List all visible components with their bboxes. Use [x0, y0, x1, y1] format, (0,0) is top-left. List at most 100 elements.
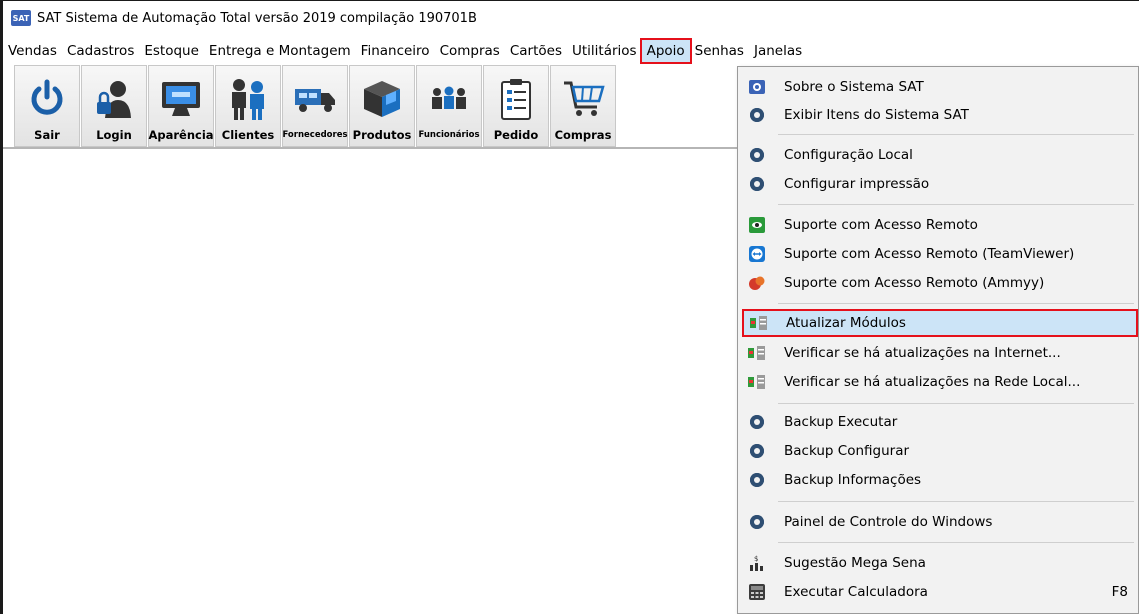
gear-icon	[748, 471, 766, 489]
tool-label: Fornecedores	[282, 130, 348, 140]
tool-aparencia[interactable]: Aparência	[148, 65, 214, 147]
menu-item-label: Sobre o Sistema SAT	[784, 79, 924, 95]
menu-item-backup-configurar[interactable]: Backup Configurar	[740, 437, 1138, 465]
menu-item-label: Sugestão Mega Sena	[784, 555, 926, 571]
menu-item-painel-controle[interactable]: Painel de Controle do Windows	[740, 508, 1138, 536]
power-icon	[24, 76, 70, 122]
boxes-icon	[359, 76, 405, 122]
menu-item-sobre[interactable]: Sobre o Sistema SAT	[740, 73, 1138, 101]
menu-item-label: Suporte com Acesso Remoto (Ammyy)	[784, 275, 1045, 291]
menu-separator	[778, 501, 1134, 502]
menu-separator	[778, 204, 1134, 205]
svg-text:$: $	[754, 555, 758, 563]
menu-item-label: Backup Informações	[784, 472, 922, 488]
menu-item-verificar-internet[interactable]: Verificar se há atualizações na Internet…	[740, 339, 1138, 367]
menu-item-backup-informacoes[interactable]: Backup Informações	[740, 466, 1138, 494]
gear-icon	[748, 442, 766, 460]
menu-item-label: Configuração Local	[784, 147, 913, 163]
tool-sair[interactable]: Sair	[14, 65, 80, 147]
menu-item-backup-executar[interactable]: Backup Executar	[740, 408, 1138, 436]
menu-separator	[778, 403, 1134, 404]
update-modules-icon	[750, 314, 768, 332]
tool-produtos[interactable]: Produtos	[349, 65, 415, 147]
menu-item-label: Verificar se há atualizações na Rede Loc…	[784, 374, 1081, 390]
teamviewer-icon	[748, 245, 766, 263]
menu-cadastros[interactable]: Cadastros	[62, 40, 139, 62]
update-modules-icon	[748, 373, 766, 391]
menu-item-label: Backup Configurar	[784, 443, 910, 459]
team-icon	[426, 76, 472, 122]
menu-vendas[interactable]: Vendas	[3, 40, 62, 62]
window-title: SAT Sistema de Automação Total versão 20…	[37, 10, 477, 26]
tool-funcionarios[interactable]: Funcionários	[416, 65, 482, 147]
tool-label: Compras	[554, 128, 612, 142]
tool-label: Pedido	[493, 128, 539, 142]
sat-app-icon: SAT	[11, 10, 31, 26]
menu-item-configurar-impressao[interactable]: Configurar impressão	[740, 170, 1138, 198]
menu-senhas[interactable]: Senhas	[690, 40, 749, 62]
menu-item-exibir-itens[interactable]: Exibir Itens do Sistema SAT	[740, 101, 1138, 129]
title-bar: SAT SAT Sistema de Automação Total versã…	[3, 1, 1139, 35]
menu-item-label: Backup Executar	[784, 414, 898, 430]
user-lock-icon	[91, 76, 137, 122]
menu-bar: Vendas Cadastros Estoque Entrega e Monta…	[3, 38, 1139, 64]
menu-item-label: Exibir Itens do Sistema SAT	[784, 107, 969, 123]
apoio-dropdown-menu: Sobre o Sistema SAT Exibir Itens do Sist…	[737, 66, 1139, 614]
menu-entrega-montagem[interactable]: Entrega e Montagem	[204, 40, 356, 62]
truck-icon	[292, 76, 338, 122]
menu-separator	[778, 134, 1134, 135]
calculator-icon	[748, 583, 766, 601]
monitor-icon	[158, 76, 204, 122]
menu-separator	[778, 542, 1134, 543]
clipboard-icon	[493, 76, 539, 122]
menu-item-suporte-teamviewer[interactable]: Suporte com Acesso Remoto (TeamViewer)	[740, 240, 1138, 268]
menu-item-suporte-ammyy[interactable]: Suporte com Acesso Remoto (Ammyy)	[740, 269, 1138, 297]
tool-login[interactable]: Login	[81, 65, 147, 147]
gear-icon	[748, 413, 766, 431]
menu-janelas[interactable]: Janelas	[749, 40, 807, 62]
menu-item-suporte-remoto[interactable]: Suporte com Acesso Remoto	[740, 211, 1138, 239]
menu-apoio[interactable]: Apoio	[639, 38, 692, 64]
menu-item-label: Configurar impressão	[784, 176, 930, 192]
menu-compras[interactable]: Compras	[435, 40, 505, 62]
menu-item-label: Executar Calculadora	[784, 584, 928, 600]
tool-label: Aparência	[148, 128, 214, 142]
menu-item-label: Suporte com Acesso Remoto (TeamViewer)	[784, 246, 1075, 262]
ammyy-icon	[748, 274, 766, 292]
tool-label: Clientes	[221, 128, 275, 142]
menu-item-label: Atualizar Módulos	[786, 315, 906, 331]
menu-estoque[interactable]: Estoque	[139, 40, 204, 62]
cart-icon	[560, 76, 606, 122]
chart-dollar-icon: $	[748, 554, 766, 572]
gear-icon	[748, 175, 766, 193]
menu-separator	[778, 303, 1134, 304]
gear-icon	[748, 106, 766, 124]
tool-label: Produtos	[352, 128, 412, 142]
menu-item-label: Suporte com Acesso Remoto	[784, 217, 978, 233]
shortcut-label: F8	[1111, 584, 1128, 600]
menu-item-label: Verificar se há atualizações na Internet…	[784, 345, 1061, 361]
tool-label: Funcionários	[418, 130, 480, 140]
update-modules-icon	[748, 344, 766, 362]
menu-financeiro[interactable]: Financeiro	[356, 40, 435, 62]
remote-green-icon	[748, 216, 766, 234]
menu-utilitarios[interactable]: Utilitários	[567, 40, 642, 62]
tool-compras[interactable]: Compras	[550, 65, 616, 147]
menu-item-atualizar-modulos[interactable]: Atualizar Módulos	[742, 309, 1138, 337]
menu-item-mega-sena[interactable]: $ Sugestão Mega Sena	[740, 549, 1138, 577]
menu-cartoes[interactable]: Cartões	[505, 40, 567, 62]
menu-item-verificar-rede-local[interactable]: Verificar se há atualizações na Rede Loc…	[740, 368, 1138, 396]
tool-label: Login	[96, 128, 132, 142]
tool-fornecedores[interactable]: Fornecedores	[282, 65, 348, 147]
tool-clientes[interactable]: Clientes	[215, 65, 281, 147]
people-icon	[225, 76, 271, 122]
menu-item-calculadora[interactable]: Executar Calculadora F8	[740, 578, 1138, 606]
menu-item-configuracao-local[interactable]: Configuração Local	[740, 141, 1138, 169]
tool-label: Sair	[34, 128, 60, 142]
toolbar: Sair Login Aparência Clientes Fornecedor…	[14, 65, 616, 147]
gear-icon	[748, 513, 766, 531]
sat-logo-icon	[748, 78, 766, 96]
tool-pedido[interactable]: Pedido	[483, 65, 549, 147]
menu-item-label: Painel de Controle do Windows	[784, 514, 993, 530]
gear-icon	[748, 146, 766, 164]
